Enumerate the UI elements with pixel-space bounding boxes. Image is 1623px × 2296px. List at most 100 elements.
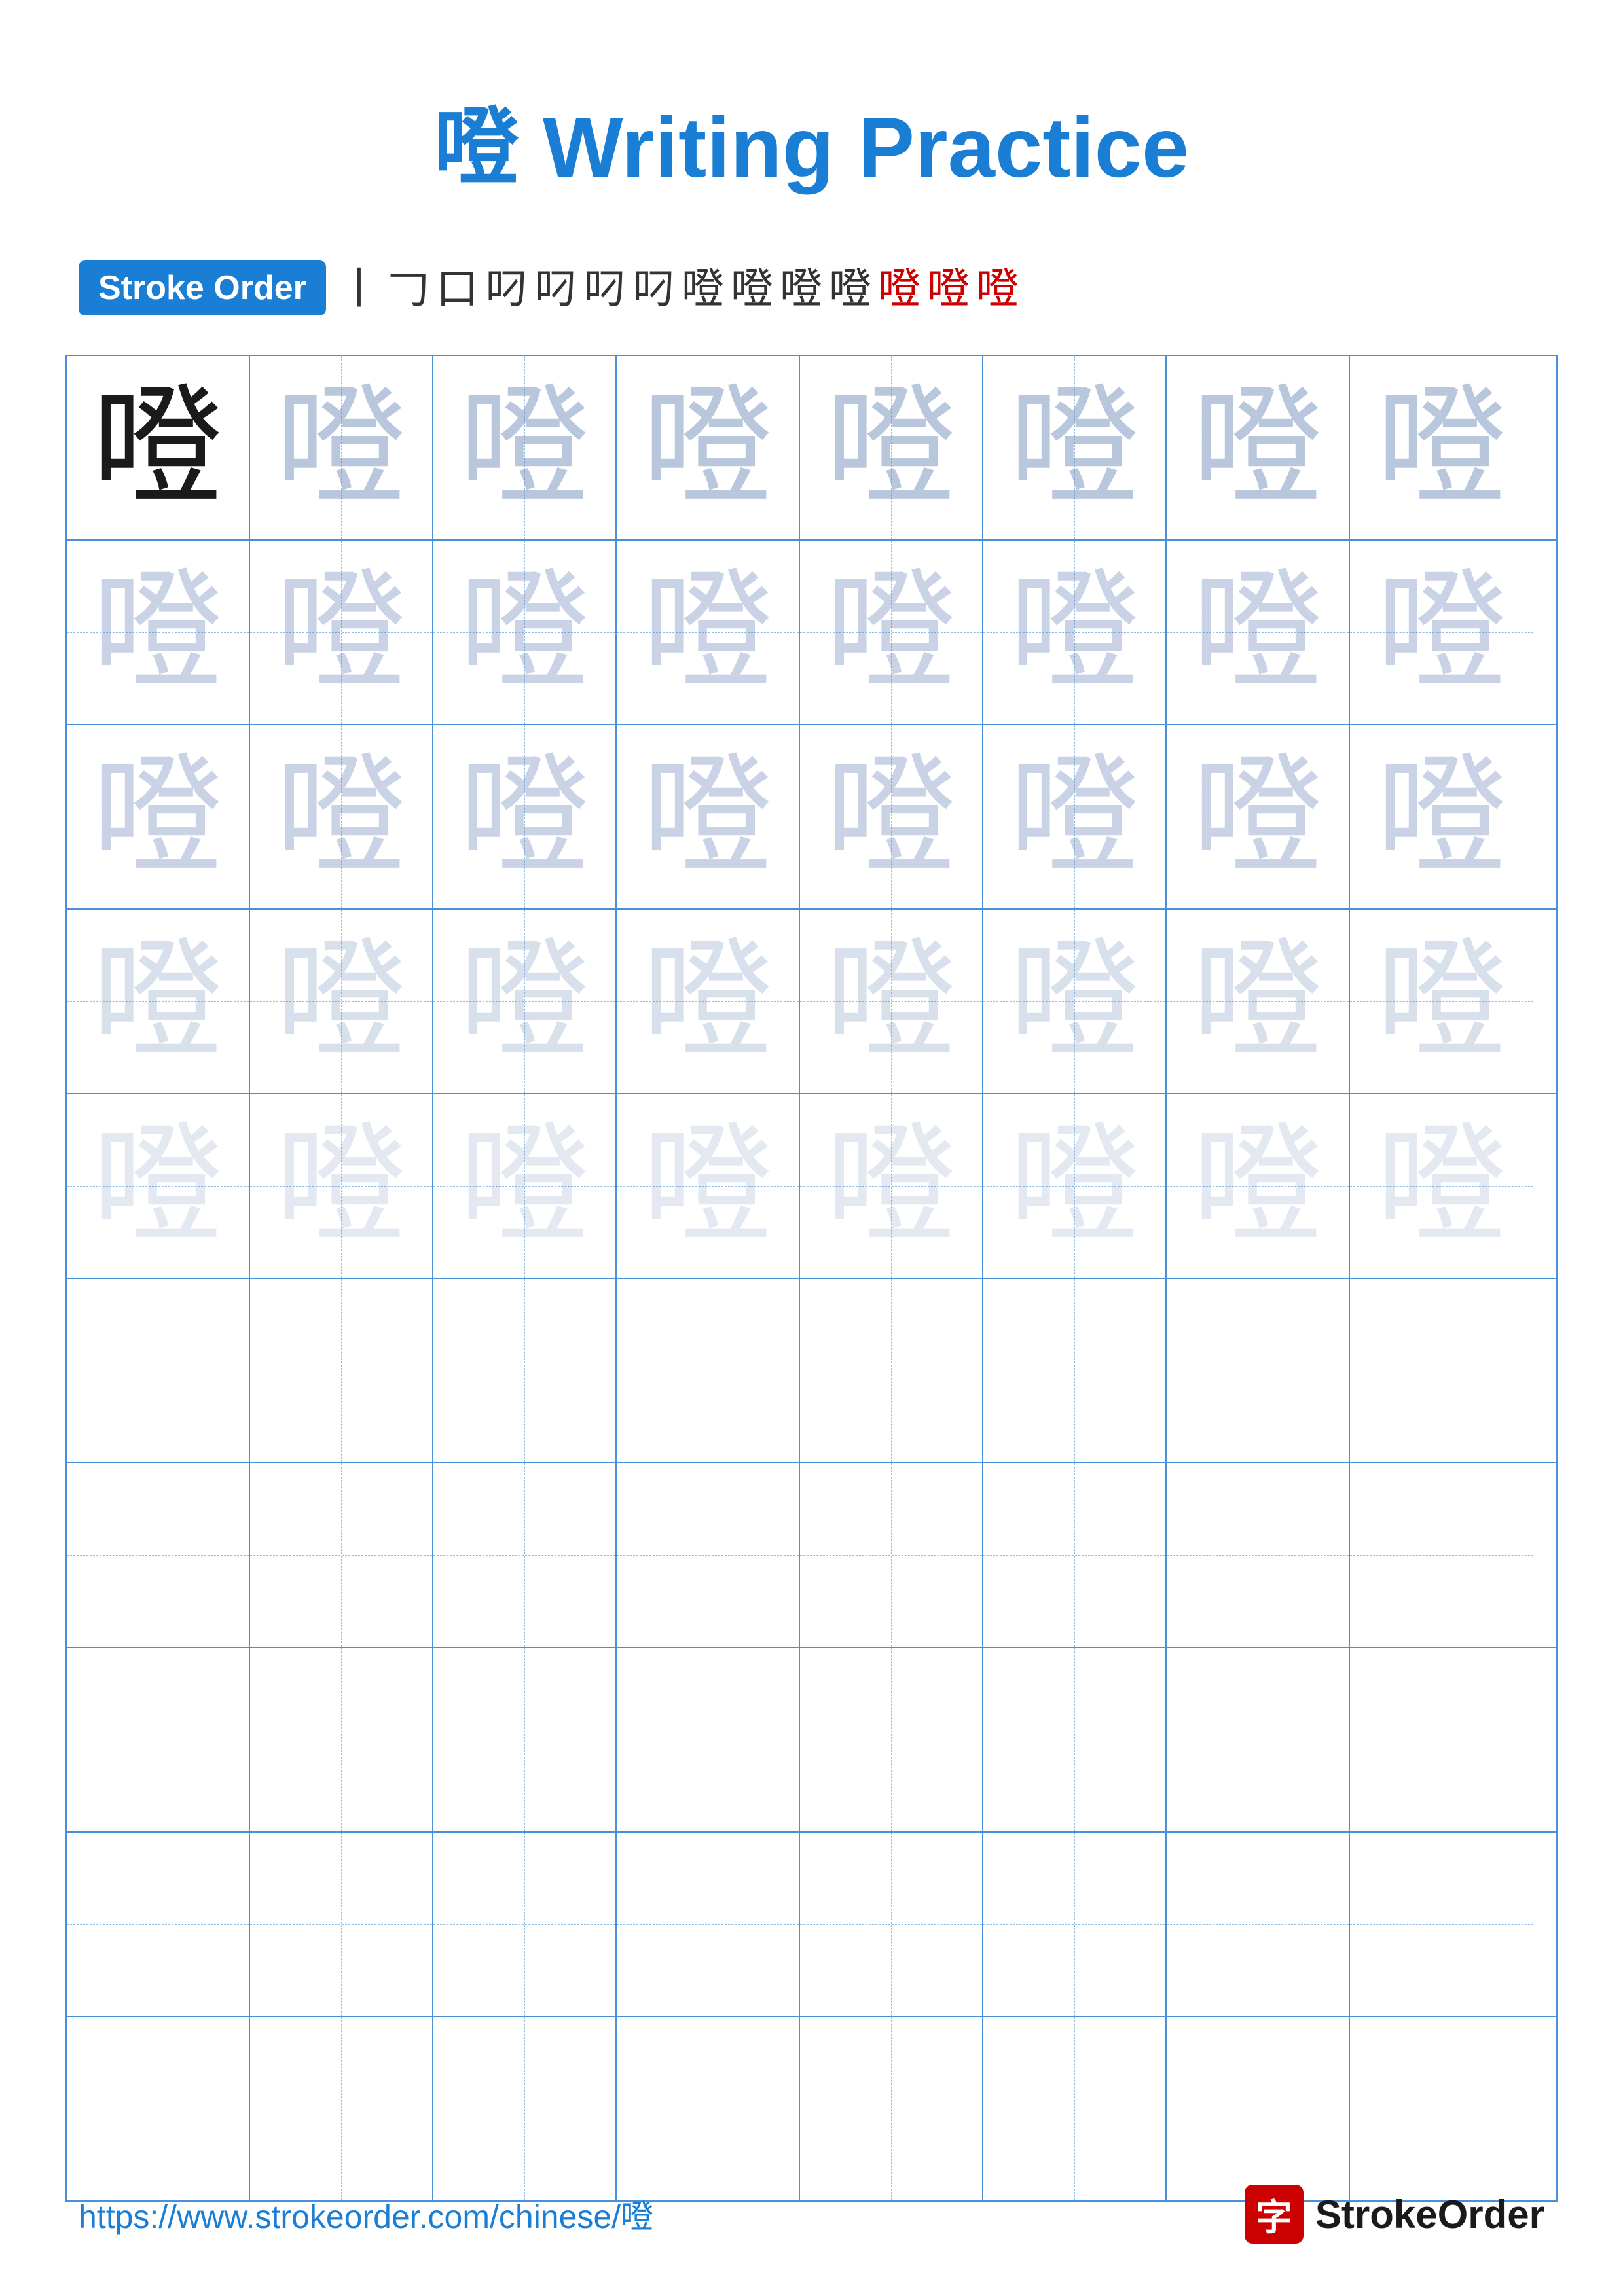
grid-cell[interactable]: [983, 1463, 1167, 1647]
footer-url[interactable]: https://www.strokeorder.com/chinese/噔: [79, 2191, 653, 2238]
grid-cell[interactable]: [250, 1833, 433, 2016]
grid-cell[interactable]: [800, 2017, 983, 2200]
grid-cell[interactable]: 噔: [1167, 356, 1350, 539]
grid-cell[interactable]: 噔: [800, 356, 983, 539]
grid-cell[interactable]: 噔: [983, 356, 1167, 539]
grid-cell[interactable]: [617, 1833, 800, 2016]
grid-cell[interactable]: 噔: [250, 1094, 433, 1278]
grid-cell[interactable]: [67, 2017, 250, 2200]
grid-cell[interactable]: 噔: [433, 1094, 617, 1278]
grid-cell[interactable]: [800, 1648, 983, 1831]
grid-cell[interactable]: 噔: [983, 1094, 1167, 1278]
grid-cell[interactable]: 噔: [617, 356, 800, 539]
grid-row: [67, 1463, 1556, 1648]
grid-cell[interactable]: [1350, 1279, 1533, 1462]
grid-cell[interactable]: 噔: [800, 1094, 983, 1278]
grid-cell[interactable]: [983, 1279, 1167, 1462]
grid-cell[interactable]: 噔: [1167, 910, 1350, 1093]
grid-cell[interactable]: 噔: [67, 910, 250, 1093]
practice-char: 噔: [1376, 567, 1507, 698]
grid-cell[interactable]: 噔: [800, 910, 983, 1093]
grid-cell[interactable]: [1167, 1463, 1350, 1647]
practice-char: 噔: [1376, 1121, 1507, 1251]
grid-cell[interactable]: 噔: [1167, 541, 1350, 724]
grid-cell[interactable]: 噔: [250, 541, 433, 724]
grid-cell[interactable]: [1167, 1279, 1350, 1462]
grid-cell[interactable]: [250, 1648, 433, 1831]
grid-cell[interactable]: [250, 1279, 433, 1462]
grid-cell[interactable]: 噔: [433, 356, 617, 539]
grid-cell[interactable]: [250, 2017, 433, 2200]
grid-cell[interactable]: 噔: [617, 541, 800, 724]
grid-cell[interactable]: 噔: [1167, 725, 1350, 908]
grid-cell[interactable]: [983, 1833, 1167, 2016]
grid-cell[interactable]: 噔: [250, 725, 433, 908]
grid-cell[interactable]: [800, 1279, 983, 1462]
grid-cell[interactable]: 噔: [67, 725, 250, 908]
grid-cell[interactable]: 噔: [800, 541, 983, 724]
grid-cell[interactable]: 噔: [250, 910, 433, 1093]
stroke-char-3: 口: [436, 267, 479, 310]
practice-char: 噔: [276, 382, 407, 513]
grid-cell[interactable]: [1350, 1833, 1533, 2016]
grid-cell[interactable]: [67, 1648, 250, 1831]
practice-char: 噔: [826, 751, 957, 882]
stroke-char-9: 噔: [731, 267, 773, 310]
grid-cell[interactable]: [67, 1833, 250, 2016]
grid-cell[interactable]: [617, 1648, 800, 1831]
grid-cell[interactable]: [617, 1463, 800, 1647]
grid-cell[interactable]: [617, 2017, 800, 2200]
grid-cell[interactable]: [1350, 1648, 1533, 1831]
grid-cell[interactable]: 噔: [67, 1094, 250, 1278]
grid-cell[interactable]: 噔: [433, 541, 617, 724]
grid-cell[interactable]: 噔: [983, 541, 1167, 724]
grid-cell[interactable]: [433, 1648, 617, 1831]
practice-char: 噔: [92, 751, 223, 882]
practice-char: 噔: [1009, 382, 1140, 513]
grid-row: [67, 1648, 1556, 1833]
grid-cell[interactable]: 噔: [1350, 1094, 1533, 1278]
grid-cell[interactable]: 噔: [433, 910, 617, 1093]
practice-char: 噔: [826, 1121, 957, 1251]
grid-cell[interactable]: [800, 1463, 983, 1647]
grid-cell[interactable]: 噔: [983, 725, 1167, 908]
stroke-char-14: 噔: [976, 267, 1019, 310]
grid-cell[interactable]: [250, 1463, 433, 1647]
grid-cell[interactable]: 噔: [67, 356, 250, 539]
grid-cell[interactable]: 噔: [1350, 541, 1533, 724]
grid-cell[interactable]: [433, 2017, 617, 2200]
grid-cell[interactable]: [433, 1463, 617, 1647]
grid-cell[interactable]: [1167, 1833, 1350, 2016]
grid-cell[interactable]: 噔: [617, 1094, 800, 1278]
grid-cell[interactable]: 噔: [1350, 356, 1533, 539]
grid-cell[interactable]: 噔: [800, 725, 983, 908]
grid-cell[interactable]: 噔: [983, 910, 1167, 1093]
grid-cell[interactable]: [1350, 1463, 1533, 1647]
grid-cell[interactable]: 噔: [433, 725, 617, 908]
practice-char: 噔: [92, 1121, 223, 1251]
grid-cell[interactable]: [433, 1279, 617, 1462]
grid-cell[interactable]: [800, 1833, 983, 2016]
grid-cell[interactable]: [1167, 2017, 1350, 2200]
grid-cell[interactable]: [617, 1279, 800, 1462]
grid-cell[interactable]: 噔: [1167, 1094, 1350, 1278]
grid-cell[interactable]: 噔: [617, 910, 800, 1093]
grid-cell[interactable]: [433, 1833, 617, 2016]
grid-cell[interactable]: 噔: [1350, 910, 1533, 1093]
grid-cell[interactable]: 噔: [67, 541, 250, 724]
grid-cell[interactable]: [983, 2017, 1167, 2200]
practice-char: 噔: [1009, 936, 1140, 1067]
practice-char: 噔: [1376, 751, 1507, 882]
practice-char: 噔: [1192, 382, 1323, 513]
grid-cell[interactable]: [983, 1648, 1167, 1831]
grid-cell[interactable]: [1167, 1648, 1350, 1831]
grid-cell[interactable]: [67, 1279, 250, 1462]
grid-cell[interactable]: 噔: [250, 356, 433, 539]
practice-char: 噔: [1192, 936, 1323, 1067]
practice-char: 噔: [1192, 1121, 1323, 1251]
grid-cell[interactable]: [1350, 2017, 1533, 2200]
grid-cell[interactable]: [67, 1463, 250, 1647]
practice-char: 噔: [642, 567, 773, 698]
grid-cell[interactable]: 噔: [617, 725, 800, 908]
grid-cell[interactable]: 噔: [1350, 725, 1533, 908]
